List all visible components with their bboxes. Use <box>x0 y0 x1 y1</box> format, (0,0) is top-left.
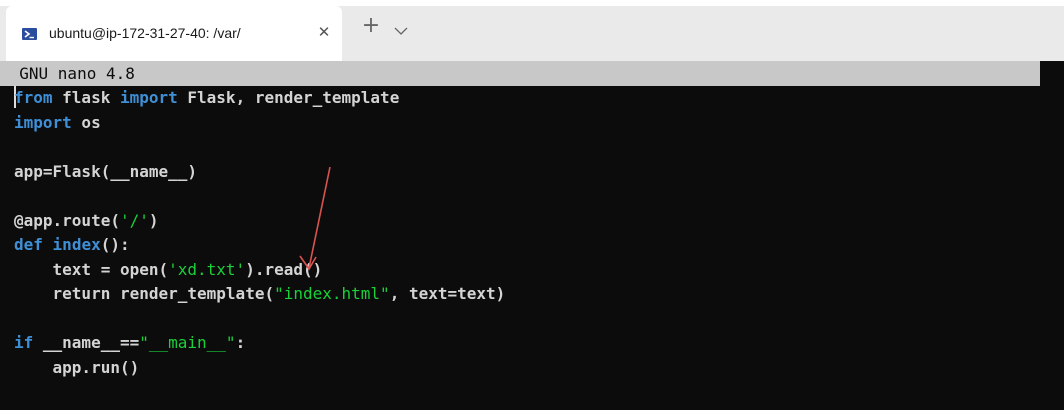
code-line-4: app=Flask(__name__) <box>14 160 1044 185</box>
close-icon[interactable]: ✕ <box>315 23 333 41</box>
code-token: def <box>14 235 43 254</box>
code-line-7: def index(): <box>14 233 1044 258</box>
code-line-1: from flask import Flask, render_template <box>14 86 1044 111</box>
code-editor[interactable]: from flask import Flask, render_template… <box>14 86 1044 380</box>
nano-header-bar: GNU nano 4.8 <box>0 61 1040 86</box>
code-token: @app.route( <box>14 210 120 230</box>
code-token: __name__== <box>33 333 140 352</box>
code-token: "index.html" <box>274 284 390 303</box>
code-token: os <box>71 112 101 132</box>
code-line-12: app.run() <box>14 356 1044 381</box>
code-token: from <box>14 88 53 107</box>
code-token: import <box>14 112 72 132</box>
code-token: , text=text) <box>389 284 506 303</box>
code-token: : <box>235 333 246 352</box>
code-token: 'xd.txt' <box>168 259 246 279</box>
code-token: app=Flask(__name__) <box>14 161 198 181</box>
tab-bar: ubuntu@ip-172-31-27-40: /var/ ✕ + <box>0 0 1064 61</box>
code-token: "__main__" <box>139 333 236 352</box>
code-token: (): <box>100 235 130 254</box>
powershell-icon <box>22 28 37 40</box>
code-line-11: if __name__=="__main__": <box>14 331 1044 356</box>
code-line-9: return render_template("index.html", tex… <box>14 282 1044 307</box>
code-token: ) <box>148 210 159 230</box>
new-tab-button[interactable]: + <box>360 15 382 37</box>
code-token: Flask, render_template <box>177 88 400 107</box>
code-token: index <box>52 235 101 254</box>
code-token: ).read() <box>245 259 323 279</box>
code-token: '/' <box>119 210 149 230</box>
code-token: import <box>119 88 178 107</box>
chevron-down-icon[interactable] <box>394 21 408 35</box>
tab-title: ubuntu@ip-172-31-27-40: /var/ <box>49 25 241 41</box>
code-line-8: text = open('xd.txt').read() <box>14 258 1044 283</box>
terminal-window[interactable]: GNU nano 4.8 from flask import Flask, re… <box>0 61 1064 410</box>
code-token: flask <box>52 88 120 107</box>
code-token: if <box>14 333 34 352</box>
terminal-tab[interactable]: ubuntu@ip-172-31-27-40: /var/ ✕ <box>6 6 342 61</box>
code-token: app.run() <box>14 357 140 377</box>
code-token: return render_template( <box>14 284 275 303</box>
code-token: text = open( <box>14 259 169 279</box>
code-line-2: import os <box>14 111 1044 136</box>
code-line-6: @app.route('/') <box>14 209 1044 234</box>
